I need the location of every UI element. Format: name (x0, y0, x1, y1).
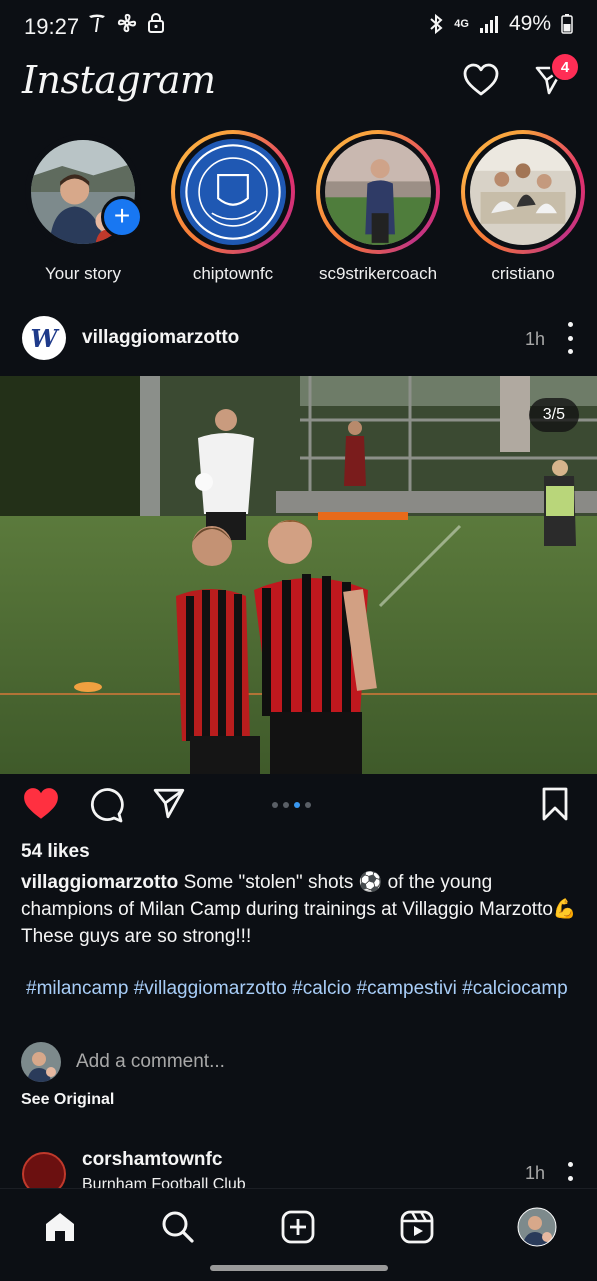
post-header: W villaggiomarzotto 1h (0, 316, 597, 360)
status-time: 19:27 (24, 14, 80, 39)
story-label: Your story (45, 264, 121, 283)
nav-reels[interactable] (397, 1207, 437, 1247)
sc9strikercoach-avatar (325, 139, 431, 245)
signal-icon (479, 16, 498, 33)
bookmark-icon (542, 787, 568, 821)
comment-icon (90, 788, 124, 823)
add-story-button[interactable]: + (101, 196, 143, 238)
search-icon (162, 1211, 194, 1243)
home-icon (46, 1213, 74, 1241)
story-chiptownfc[interactable]: chiptownfc (168, 130, 298, 284)
save-button[interactable] (540, 786, 570, 826)
cristiano-avatar (470, 139, 576, 245)
carousel-dot (272, 802, 278, 808)
story-ring (316, 130, 440, 254)
status-bar: 19:27 4G 49% (0, 0, 597, 52)
chiptownfc-crest (180, 139, 286, 245)
nav-profile[interactable] (517, 1207, 557, 1247)
instagram-logo[interactable]: Instagram (22, 58, 216, 102)
lock-icon (148, 13, 164, 33)
battery-percent: 49% (508, 12, 551, 35)
post-username[interactable]: villaggiomarzotto (82, 327, 239, 349)
heart-filled-icon (24, 788, 58, 819)
fan-icon (117, 13, 137, 33)
likes-count[interactable]: 54 likes (21, 841, 90, 863)
see-original-link[interactable]: See Original (21, 1091, 114, 1109)
story-label: sc9strikercoach (318, 264, 438, 283)
create-icon (281, 1210, 315, 1244)
story-ring: + (21, 130, 145, 254)
carousel-dot-active (294, 802, 300, 808)
gesture-home-bar[interactable] (210, 1265, 388, 1271)
post-time: 1h (524, 329, 545, 349)
add-comment-input[interactable]: Add a comment... (76, 1051, 225, 1073)
activity-heart-button[interactable] (461, 60, 501, 100)
next-post-username[interactable]: corshamtownfc (82, 1149, 222, 1171)
post-hashtags[interactable]: #milancamp #villaggiomarzotto #calcio #c… (21, 975, 586, 1002)
post-image[interactable]: 3/5 (0, 376, 597, 774)
football-training-photo (0, 376, 597, 774)
nav-home[interactable] (40, 1207, 80, 1247)
story-label: cristiano (491, 264, 555, 283)
heart-outline-icon (463, 63, 499, 96)
bluetooth-icon (430, 13, 443, 35)
story-label: chiptownfc (192, 264, 274, 283)
nav-create[interactable] (278, 1207, 318, 1247)
share-button[interactable] (152, 786, 186, 826)
nav-search[interactable] (158, 1207, 198, 1247)
carousel-counter: 3/5 (528, 398, 579, 432)
story-cristiano[interactable]: cristiano (458, 130, 588, 284)
like-button[interactable] (22, 786, 60, 826)
status-right: 4G 49% (428, 12, 573, 36)
direct-messages-button[interactable]: 4 (530, 52, 580, 100)
tesla-icon (89, 14, 105, 32)
carousel-dot (305, 802, 311, 808)
carousel-dots (272, 802, 311, 808)
story-your-story[interactable]: + Your story (18, 130, 148, 284)
story-ring (171, 130, 295, 254)
profile-avatar (517, 1207, 557, 1247)
send-icon (153, 788, 185, 819)
post-options-button[interactable] (565, 322, 575, 354)
caption-username[interactable]: villaggiomarzotto (21, 872, 178, 893)
comment-button[interactable] (88, 786, 124, 826)
status-left-icons (86, 12, 166, 34)
message-count-badge: 4 (550, 52, 580, 82)
story-sc9strikercoach[interactable]: sc9strikercoach (313, 130, 443, 284)
post-author-avatar[interactable]: W (22, 316, 66, 360)
next-post-time: 1h (524, 1163, 545, 1183)
story-ring (461, 130, 585, 254)
battery-icon (561, 14, 573, 34)
current-user-avatar (21, 1042, 61, 1082)
post-caption: villaggiomarzotto Some "stolen" shots ⚽ … (21, 869, 581, 950)
network-type: 4G (454, 18, 469, 30)
reels-icon (400, 1210, 434, 1244)
carousel-dot (283, 802, 289, 808)
